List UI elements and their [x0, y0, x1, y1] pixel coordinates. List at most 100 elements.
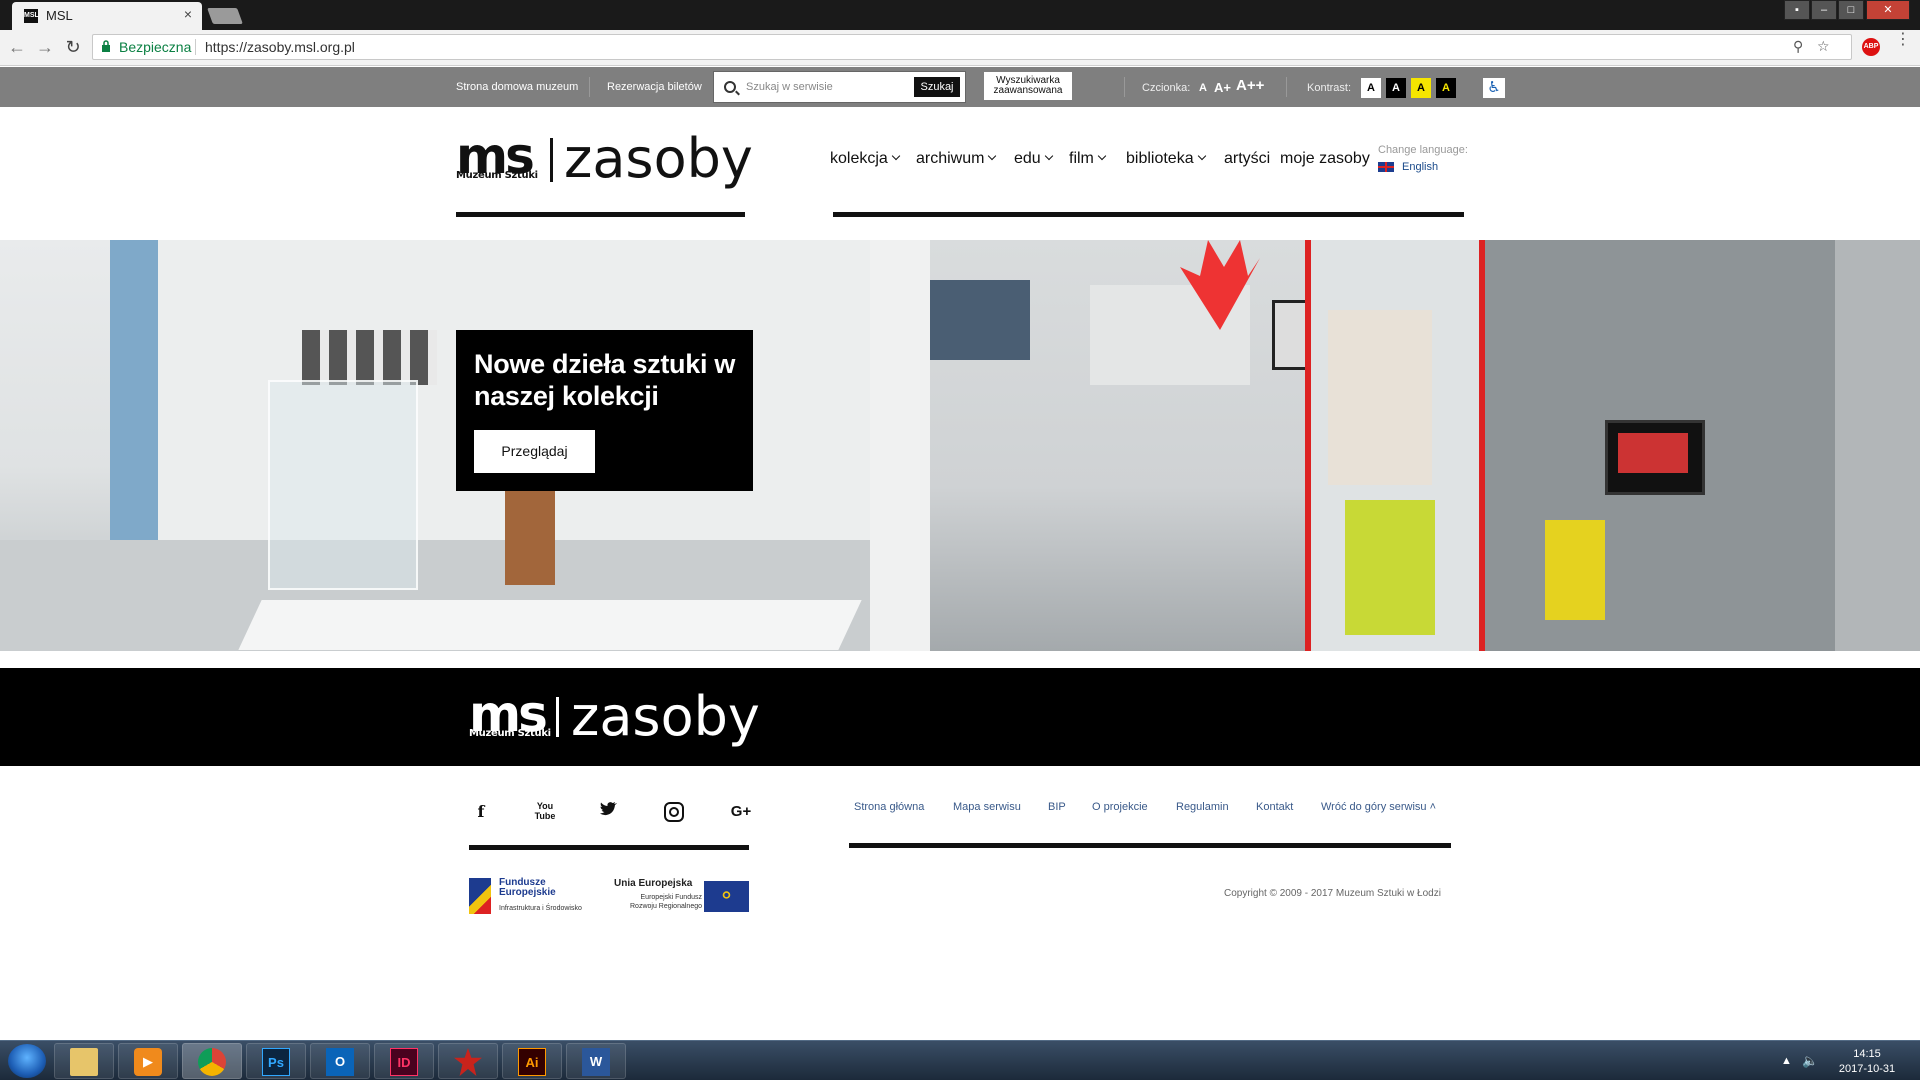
- footer-link-terms[interactable]: Regulamin: [1176, 801, 1229, 813]
- tab-close-icon[interactable]: ×: [184, 6, 192, 22]
- taskbar-indesign[interactable]: ID: [374, 1043, 434, 1079]
- ticket-reservation-link[interactable]: Rezerwacja biletów: [607, 81, 702, 93]
- white-pillar: [870, 240, 930, 651]
- volume-icon[interactable]: 🔈: [1802, 1053, 1818, 1069]
- forward-arrow-icon[interactable]: →: [34, 36, 56, 58]
- search-icon: [724, 81, 736, 93]
- glass-vitrine: [268, 380, 418, 590]
- footer-logo[interactable]: ms Muzeum Sztuki zasoby: [469, 689, 769, 744]
- accessibility-icon[interactable]: ♿: [1483, 78, 1505, 98]
- back-to-top-link[interactable]: Wróć do góry serwisu ˄: [1321, 801, 1436, 813]
- font-size-normal[interactable]: A: [1199, 82, 1207, 94]
- footer-link-home[interactable]: Strona główna: [854, 801, 924, 813]
- font-size-xlarge[interactable]: A++: [1236, 77, 1264, 94]
- media-player-icon: ▶: [134, 1048, 162, 1076]
- footer-link-about[interactable]: O projekcie: [1092, 801, 1148, 813]
- chevron-down-icon: [988, 151, 997, 161]
- tab-title: MSL: [46, 8, 73, 23]
- footer-rule-left: [469, 845, 749, 850]
- close-window-button[interactable]: ✕: [1866, 0, 1910, 20]
- footer-link-sitemap[interactable]: Mapa serwisu: [953, 801, 1021, 813]
- youtube-icon[interactable]: You Tube: [533, 801, 557, 823]
- nav-archiwum[interactable]: archiwum: [916, 150, 997, 168]
- zoom-icon[interactable]: ⚲: [1793, 38, 1803, 55]
- taskbar-media-player[interactable]: ▶: [118, 1043, 178, 1079]
- maximize-button[interactable]: □: [1838, 0, 1864, 20]
- taskbar-outlook[interactable]: O: [310, 1043, 370, 1079]
- address-separator: [195, 39, 196, 55]
- reload-icon[interactable]: ↻: [62, 36, 84, 58]
- header-rule-left: [456, 212, 745, 217]
- facebook-icon[interactable]: f: [469, 801, 493, 823]
- nav-kolekcja[interactable]: kolekcja: [830, 150, 901, 168]
- browse-button[interactable]: Przeglądaj: [474, 430, 595, 473]
- hero-promo-box: Nowe dzieła sztuki w naszej kolekcji Prz…: [456, 330, 753, 491]
- search-button[interactable]: Szukaj: [914, 77, 960, 97]
- uk-flag-icon: [1378, 162, 1394, 173]
- contrast-yellow-black[interactable]: A: [1411, 78, 1431, 98]
- advanced-search-button[interactable]: Wyszukiwarka zaawansowana: [984, 72, 1072, 100]
- chevron-down-icon: [1044, 151, 1053, 161]
- projection-screen: [930, 280, 1030, 360]
- divider: [1124, 77, 1125, 97]
- contrast-black-white[interactable]: A: [1386, 78, 1406, 98]
- footer-link-bip[interactable]: BIP: [1048, 801, 1066, 813]
- site-logo[interactable]: ms Muzeum Sztuki zasoby: [456, 131, 756, 196]
- footer-link-contact[interactable]: Kontakt: [1256, 801, 1293, 813]
- nav-label: moje zasoby: [1280, 150, 1370, 167]
- system-clock[interactable]: 14:15 2017-10-31: [1832, 1047, 1902, 1077]
- contrast-black-yellow[interactable]: A: [1436, 78, 1456, 98]
- indesign-icon: ID: [390, 1048, 418, 1076]
- back-arrow-icon[interactable]: ←: [6, 36, 28, 58]
- start-button-icon[interactable]: [8, 1044, 46, 1078]
- right-pillar: [1835, 240, 1920, 651]
- museum-home-link[interactable]: Strona domowa muzeum: [456, 81, 578, 93]
- user-profile-button[interactable]: ▪: [1784, 0, 1810, 20]
- twitter-icon[interactable]: [597, 801, 621, 823]
- tray-expand-icon[interactable]: ▲: [1781, 1055, 1792, 1067]
- house-artwork-bottom: [1345, 500, 1435, 635]
- font-size-large[interactable]: A+: [1214, 80, 1231, 95]
- contrast-default[interactable]: A: [1361, 78, 1381, 98]
- google-plus-icon[interactable]: G+: [726, 801, 756, 823]
- photoshop-icon: Ps: [262, 1048, 290, 1076]
- contrast-label: Kontrast:: [1307, 82, 1352, 94]
- tv-monitor: [1605, 420, 1705, 495]
- bookmark-star-icon[interactable]: ☆: [1817, 38, 1830, 55]
- nav-biblioteka[interactable]: biblioteka: [1126, 150, 1206, 168]
- taskbar-app-red[interactable]: [438, 1043, 498, 1079]
- blue-pillar: [110, 240, 158, 540]
- browser-tab[interactable]: MSL MSL ×: [12, 2, 202, 30]
- taskbar-word[interactable]: W: [566, 1043, 626, 1079]
- taskbar-illustrator[interactable]: Ai: [502, 1043, 562, 1079]
- instagram-icon[interactable]: [664, 802, 684, 822]
- eu-funds-title: Fundusze Europejskie: [499, 877, 556, 898]
- new-tab-button[interactable]: [207, 8, 243, 24]
- nav-film[interactable]: film: [1069, 150, 1107, 168]
- change-language-label: Change language:: [1378, 144, 1468, 156]
- browser-titlebar: MSL MSL × ▪ – □ ✕: [0, 0, 1920, 30]
- clock-date: 2017-10-31: [1838, 1063, 1896, 1075]
- address-bar[interactable]: Bezpieczna https://zasoby.msl.org.pl ⚲ ☆: [92, 34, 1852, 60]
- eu-union-logo: Unia Europejska Europejski Fundusz Rozwo…: [612, 876, 752, 916]
- nav-artysci[interactable]: artyści: [1224, 150, 1270, 168]
- lock-icon: [102, 40, 110, 52]
- url-text[interactable]: https://zasoby.msl.org.pl: [205, 39, 355, 55]
- taskbar-photoshop[interactable]: Ps: [246, 1043, 306, 1079]
- nav-moje-zasoby[interactable]: moje zasoby: [1280, 150, 1370, 168]
- divider: [1286, 77, 1287, 97]
- logo-divider: [556, 697, 559, 737]
- search-input[interactable]: Szukaj w serwisie: [746, 81, 833, 93]
- language-switch-english[interactable]: English: [1378, 161, 1438, 173]
- browser-menu-icon[interactable]: ⋮: [1895, 32, 1911, 48]
- hero-title: Nowe dzieła sztuki w naszej kolekcji: [474, 349, 736, 411]
- adblock-plus-icon[interactable]: ABP: [1862, 38, 1880, 56]
- secure-label: Bezpieczna: [119, 39, 192, 55]
- nav-edu[interactable]: edu: [1014, 150, 1053, 168]
- hero-banner-image: [0, 240, 1920, 651]
- taskbar-chrome[interactable]: [182, 1043, 242, 1079]
- taskbar-explorer[interactable]: [54, 1043, 114, 1079]
- minimize-button[interactable]: –: [1811, 0, 1837, 20]
- font-size-label: Czcionka:: [1142, 82, 1191, 94]
- eu-flag-icon: ⚬: [704, 881, 749, 912]
